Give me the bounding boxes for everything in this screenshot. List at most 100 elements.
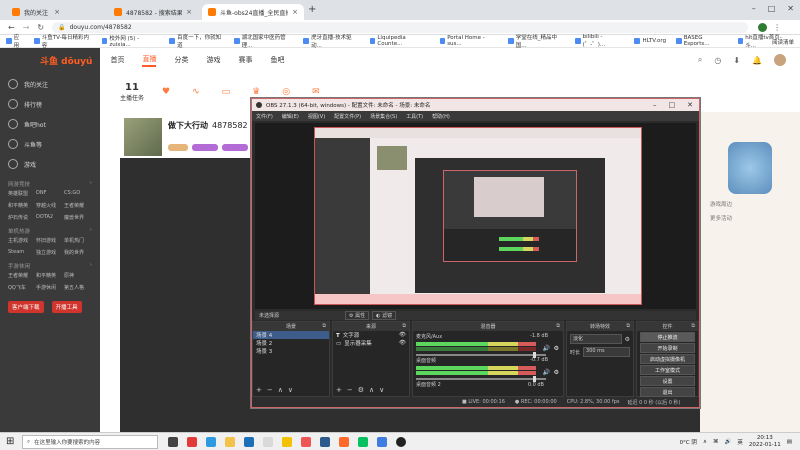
obs-preview[interactable] <box>255 123 696 309</box>
category-link[interactable]: 手游休闲 <box>36 284 64 291</box>
bell-icon[interactable]: 🔔 <box>752 56 762 65</box>
category-link[interactable]: DOTA2 <box>36 214 64 221</box>
crown-icon[interactable]: ♛ <box>252 87 260 97</box>
input-language[interactable]: 英 <box>737 438 743 446</box>
nav-live[interactable]: 直播 <box>142 54 157 67</box>
sidebar-item-fishbar[interactable]: 鱼吧hot <box>0 114 100 134</box>
chat-icon[interactable]: ✉ <box>312 87 320 97</box>
menu-dots-icon[interactable]: ⋮ <box>773 23 781 32</box>
bookmark-item[interactable]: 湖北国家中医药管理... <box>233 33 294 49</box>
app-icon[interactable] <box>301 437 311 447</box>
virtual-camera-button[interactable]: 启动虚拟摄像机 <box>640 354 695 364</box>
dock-config-icon[interactable]: ⧉ <box>691 323 695 329</box>
category-link[interactable]: 单机热门 <box>64 237 92 244</box>
reload-icon[interactable]: ↻ <box>37 23 44 32</box>
volume-icon[interactable]: 🔊 <box>724 439 731 445</box>
category-link[interactable]: DNF <box>36 190 64 197</box>
exit-button[interactable]: 退出 <box>640 387 695 397</box>
bookmark-item[interactable]: HLTV.org <box>634 38 666 44</box>
right-panel-link[interactable]: 游戏周边 <box>710 200 790 208</box>
move-down-icon[interactable]: ∨ <box>288 386 293 394</box>
search-icon[interactable]: ⌕ <box>698 55 702 65</box>
dock-config-icon[interactable]: ⧉ <box>322 323 326 329</box>
category-link[interactable]: 原神 <box>64 272 92 279</box>
category-link[interactable]: 和平精英 <box>8 202 36 209</box>
gear-icon[interactable]: ⚙ <box>554 369 559 376</box>
menu-profile[interactable]: 配置文件(P) <box>334 113 361 120</box>
card-icon[interactable]: ▭ <box>222 87 231 97</box>
close-window-icon[interactable]: ✕ <box>787 4 794 13</box>
clock[interactable]: 20:13 2022-01-11 <box>749 435 781 449</box>
category-link[interactable]: QQ飞车 <box>8 284 36 291</box>
menu-tools[interactable]: 工具(T) <box>406 113 423 120</box>
category-link[interactable]: 王者荣耀 <box>64 202 92 209</box>
remove-icon[interactable]: − <box>347 386 353 394</box>
bookmark-item[interactable]: bilibili - (゜-゜)... <box>574 34 624 48</box>
profile-avatar[interactable] <box>758 22 768 32</box>
scene-item[interactable]: 场景 4 <box>253 331 329 339</box>
sidebar-item-more[interactable]: 斗鱼等 <box>0 134 100 154</box>
add-icon[interactable]: + <box>336 386 342 394</box>
move-down-icon[interactable]: ∨ <box>379 386 384 394</box>
scene-item[interactable]: 场景 3 <box>253 347 329 355</box>
category-link[interactable]: Steam <box>8 249 36 256</box>
studio-mode-button[interactable]: 工作室模式 <box>640 365 695 375</box>
category-link[interactable]: 穿越火线 <box>36 202 64 209</box>
category-link[interactable]: 第五人格 <box>64 284 92 291</box>
gear-icon[interactable]: ⚙ <box>625 336 630 343</box>
right-panel-link[interactable]: 更多活动 <box>710 214 790 222</box>
category-link[interactable]: 炉石传说 <box>8 214 36 221</box>
category-link[interactable]: 我的世界 <box>64 249 92 256</box>
task-counter[interactable]: 11 主播任务 <box>120 82 144 102</box>
dock-config-icon[interactable]: ⧉ <box>626 323 630 329</box>
bookmark-item[interactable]: 校外网 (5) - zuixia... <box>101 34 160 48</box>
gift-icon[interactable]: ♥ <box>162 87 170 97</box>
wave-icon[interactable]: ∿ <box>192 87 200 97</box>
task-view-icon[interactable] <box>168 437 178 447</box>
url-field[interactable]: 🔒 douyu.com/4878582 <box>52 21 749 33</box>
menu-help[interactable]: 帮助(H) <box>432 113 450 120</box>
stop-streaming-button[interactable]: 停止推流 <box>640 332 695 342</box>
category-link[interactable]: 独立游戏 <box>36 249 64 256</box>
network-icon[interactable]: ⌘ <box>713 439 719 445</box>
category-link[interactable]: 和平精英 <box>36 272 64 279</box>
gear-icon[interactable]: ⚙ <box>554 345 559 352</box>
new-tab-button[interactable]: + <box>308 4 316 15</box>
notification-icon[interactable]: ▤ <box>787 439 792 445</box>
taskbar-search[interactable]: ⌕ 在这里输入你要搜索的内容 <box>22 435 158 449</box>
bookmark-item[interactable]: 应用 <box>6 33 24 49</box>
nav-home[interactable]: 首页 <box>110 55 124 65</box>
bookmark-item[interactable]: 学堂在线_精品中国... <box>508 33 565 49</box>
forward-icon[interactable]: → <box>23 23 30 32</box>
app-icon[interactable] <box>187 437 197 447</box>
steam-icon[interactable] <box>320 437 330 447</box>
nav-category[interactable]: 分类 <box>174 55 188 65</box>
sidebar-item-games[interactable]: 游戏 <box>0 154 100 174</box>
category-link[interactable]: 怀旧游戏 <box>36 237 64 244</box>
history-icon[interactable]: ◷ <box>714 56 721 65</box>
source-item[interactable]: ▭ 显示器采集 👁 <box>333 339 409 347</box>
add-icon[interactable]: + <box>256 386 262 394</box>
close-icon[interactable]: × <box>54 8 60 16</box>
move-up-icon[interactable]: ∧ <box>369 386 374 394</box>
app-icon[interactable] <box>282 437 292 447</box>
sidebar-item-following[interactable]: 我的关注 <box>0 74 100 94</box>
event-banner[interactable] <box>728 142 772 194</box>
menu-view[interactable]: 视图(V) <box>308 113 325 120</box>
user-avatar[interactable] <box>774 54 786 66</box>
bookmark-item[interactable]: BASEG Esports... <box>676 35 727 47</box>
file-explorer-icon[interactable] <box>225 437 235 447</box>
chrome-icon[interactable] <box>377 437 387 447</box>
volume-slider[interactable] <box>416 376 546 382</box>
remove-icon[interactable]: − <box>267 386 273 394</box>
scene-item[interactable]: 场景 2 <box>253 339 329 347</box>
maximize-icon[interactable]: □ <box>768 4 776 13</box>
start-recording-button[interactable]: 开始录制 <box>640 343 695 353</box>
broadcast-tool-button[interactable]: 开播工具 <box>51 301 82 313</box>
windows-start-icon[interactable]: ⊞ <box>6 436 14 447</box>
bookmark-item[interactable]: 斗鱼TV-每日精彩内容 <box>34 33 92 49</box>
sidebar-item-rank[interactable]: 排行榜 <box>0 94 100 114</box>
settings-button[interactable]: 设置 <box>640 376 695 386</box>
visibility-icon[interactable]: 👁 <box>399 340 406 346</box>
weather-status[interactable]: 0°C 阴 <box>680 438 697 446</box>
